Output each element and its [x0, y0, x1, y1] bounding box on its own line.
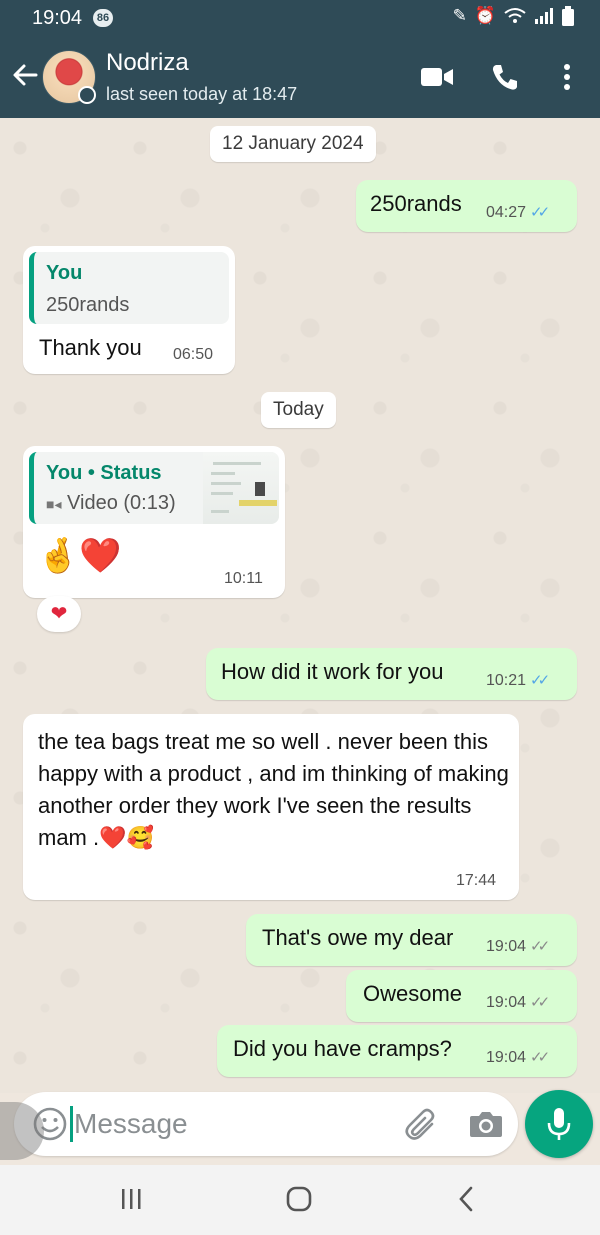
reaction-badge[interactable]: ❤ [37, 596, 81, 632]
status-thumbnail[interactable] [203, 452, 279, 524]
quote-text: 250rands [46, 294, 130, 316]
disappearing-timer-icon [78, 86, 96, 104]
quote-author: You • Status [46, 462, 162, 484]
outgoing-message[interactable]: How did it work for you 10:21 ✓✓ [206, 648, 577, 700]
message-text: Thank you [39, 335, 142, 360]
battery-icon [562, 6, 574, 26]
outgoing-message[interactable]: Did you have cramps? 19:04 ✓✓ [217, 1025, 577, 1077]
delivered-ticks-icon: ✓✓ [530, 938, 550, 955]
message-text: 250rands [370, 191, 462, 216]
system-nav-bar [0, 1165, 600, 1235]
outgoing-message[interactable]: 250rands 04:27 ✓✓ [356, 180, 577, 232]
message-text: That's owe my dear [262, 925, 454, 950]
message-text: Owesome [363, 981, 463, 1006]
camera-icon[interactable] [469, 1110, 503, 1138]
incoming-message[interactable]: You 250rands Thank you 06:50 [23, 246, 235, 374]
delivered-ticks-icon: ✓✓ [530, 994, 550, 1011]
phone-icon[interactable] [490, 62, 520, 92]
message-time: 19:04 ✓✓ [486, 938, 550, 955]
pen-icon: ✎ [452, 6, 467, 25]
status-bar: 19:04 86 ✎ ⏰ [0, 0, 600, 36]
back-arrow-icon[interactable] [10, 58, 40, 92]
outgoing-message[interactable]: That's owe my dear 19:04 ✓✓ [246, 914, 577, 966]
mic-icon [547, 1108, 571, 1140]
notification-count-badge: 86 [93, 9, 113, 27]
message-time: 10:11 [224, 570, 263, 587]
status-time: 19:04 [32, 7, 83, 29]
incoming-message[interactable]: the tea bags treat me so well . never be… [23, 714, 519, 900]
message-time: 06:50 [173, 346, 214, 363]
alarm-icon: ⏰ [474, 6, 496, 25]
last-seen-status: last seen today at 18:47 [106, 84, 298, 104]
video-call-icon[interactable] [421, 66, 453, 88]
quoted-status[interactable]: You • Status ■◂ Video (0:13) [29, 452, 279, 524]
quote-author: You [46, 262, 83, 284]
more-menu-icon[interactable] [557, 62, 577, 92]
text-cursor [70, 1106, 73, 1142]
signal-icon [535, 8, 553, 24]
read-ticks-icon: ✓✓ [530, 204, 550, 221]
wifi-icon [504, 8, 526, 23]
message-time: 17:44 [456, 872, 497, 889]
message-time: 19:04 ✓✓ [486, 994, 550, 1011]
date-divider: 12 January 2024 [210, 126, 376, 162]
message-time: 19:04 ✓✓ [486, 1049, 550, 1066]
message-time: 10:21 ✓✓ [486, 672, 550, 689]
status-icons: ✎ ⏰ [453, 6, 574, 26]
message-input[interactable]: Message [74, 1108, 188, 1140]
delivered-ticks-icon: ✓✓ [530, 1049, 550, 1066]
message-text: Did you have cramps? [233, 1036, 452, 1061]
voice-message-button[interactable] [525, 1090, 593, 1158]
message-time: 04:27 ✓✓ [486, 204, 550, 221]
nav-back-icon[interactable] [454, 1185, 478, 1213]
contact-name[interactable]: Nodriza [106, 49, 189, 77]
message-emoji: 🤞❤️ [37, 537, 122, 575]
message-composer[interactable]: Message [14, 1092, 518, 1156]
attach-icon[interactable] [404, 1108, 440, 1142]
message-text: the tea bags treat me so well . never be… [38, 729, 509, 850]
incoming-message[interactable]: You • Status ■◂ Video (0:13) 🤞❤️ 10:11 [23, 446, 285, 598]
video-camera-icon: ■◂ [46, 496, 62, 512]
read-ticks-icon: ✓✓ [530, 672, 550, 689]
message-text: How did it work for you [221, 659, 444, 684]
date-divider: Today [261, 392, 336, 428]
quoted-message[interactable]: You 250rands [29, 252, 229, 324]
quote-text: ■◂ Video (0:13) [46, 492, 176, 514]
home-icon[interactable] [285, 1185, 313, 1213]
outgoing-message[interactable]: Owesome 19:04 ✓✓ [346, 970, 577, 1022]
chat-header: Nodriza last seen today at 18:47 [0, 36, 600, 118]
recent-apps-icon[interactable] [118, 1187, 144, 1211]
